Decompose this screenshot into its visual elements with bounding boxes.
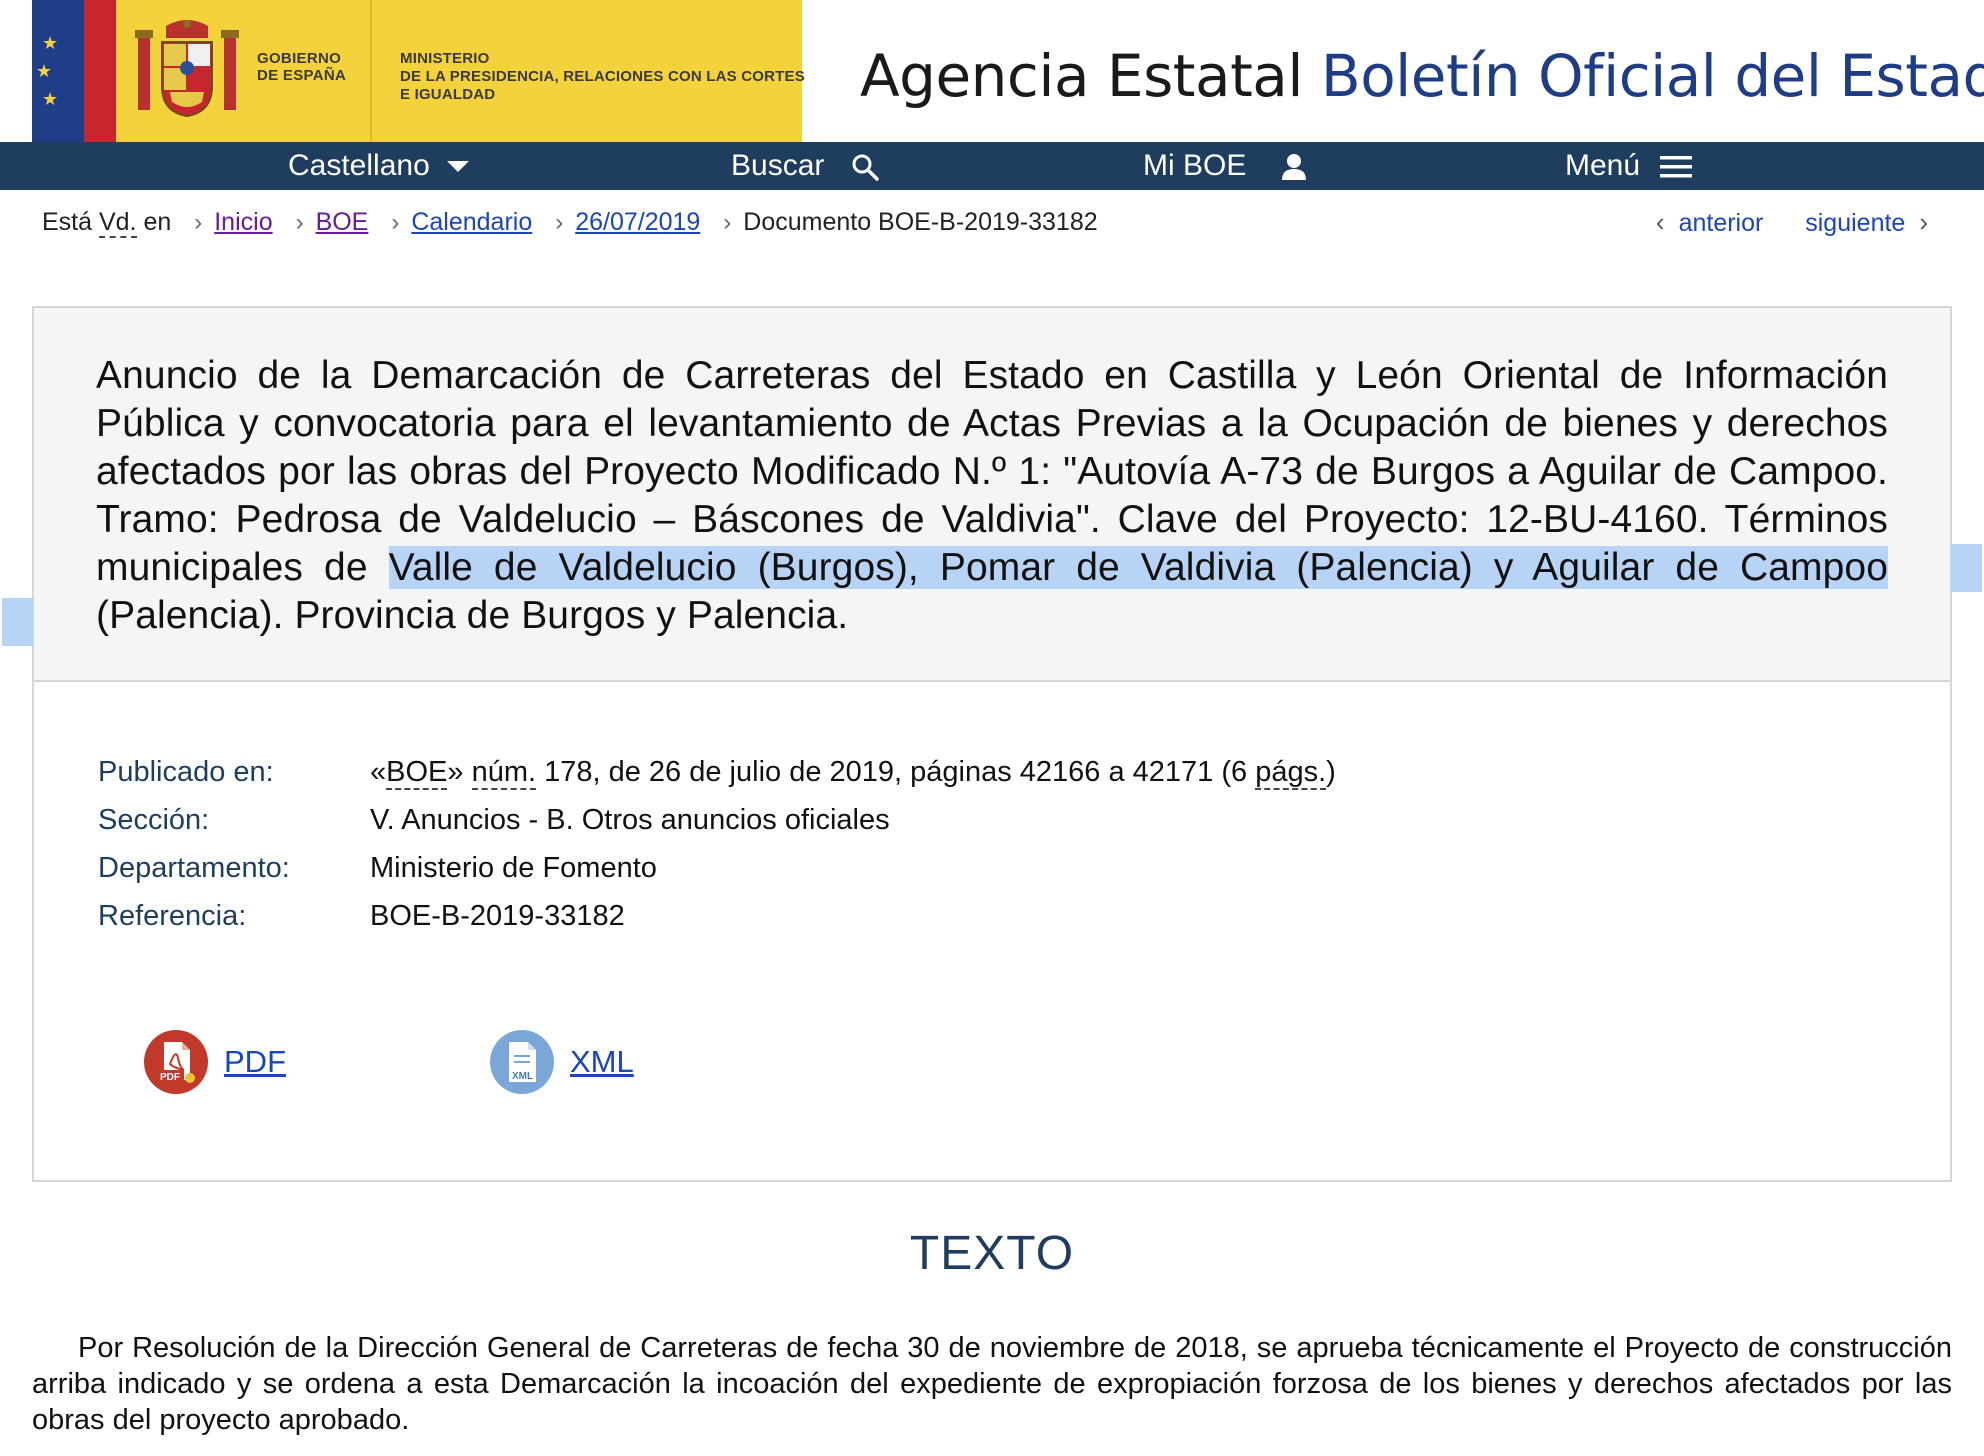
- star-icon: ★: [36, 61, 53, 81]
- search-button[interactable]: Buscar: [731, 142, 879, 190]
- body-paragraph: Por Resolución de la Dirección General d…: [32, 1332, 1952, 1436]
- meta-label: Departamento:: [98, 852, 290, 884]
- meta-value: «BOE» núm. 178, de 26 de julio de 2019, …: [370, 756, 1336, 790]
- meta-row-department: Departamento: Ministerio de Fomento: [98, 844, 1336, 892]
- eu-flag-strip: ★ ★ ★: [32, 0, 84, 142]
- previous-link[interactable]: anterior: [1679, 209, 1764, 237]
- svg-text:PDF: PDF: [160, 1072, 180, 1083]
- abbr-num[interactable]: núm.: [471, 756, 537, 790]
- document-summary-box: Anuncio de la Demarcación de Carreteras …: [2, 306, 1982, 1182]
- spain-flag-strip: [84, 0, 116, 142]
- star-icon: ★: [42, 33, 59, 53]
- xml-file-icon: XML: [490, 1029, 554, 1094]
- agency-title-part1: Agencia Estatal: [860, 42, 1321, 110]
- my-boe-button[interactable]: Mi BOE: [1143, 142, 1307, 190]
- breadcrumb-current: Documento BOE-B-2019-33182: [743, 208, 1098, 236]
- site-header: ★ ★ ★ GOBIERNO DE ESPAÑA MINISTERIO DE L…: [0, 0, 1984, 142]
- next-link[interactable]: siguiente: [1805, 209, 1905, 237]
- xml-download[interactable]: XML XML: [490, 1028, 634, 1094]
- search-icon: [852, 154, 879, 181]
- meta-value: V. Anuncios - B. Otros anuncios oficiale…: [370, 804, 890, 836]
- document-title: Anuncio de la Demarcación de Carreteras …: [96, 354, 1888, 637]
- agency-title-part2: Boletín Oficial del Estado: [1320, 42, 1984, 110]
- language-selector[interactable]: Castellano: [288, 142, 470, 190]
- user-icon: [1281, 154, 1306, 181]
- breadcrumb-link-calendario[interactable]: Calendario: [411, 208, 532, 236]
- meta-label: Referencia:: [98, 900, 247, 932]
- chevron-right-icon: ›: [194, 209, 203, 236]
- meta-label: Publicado en:: [98, 756, 274, 788]
- government-label: GOBIERNO DE ESPAÑA: [257, 50, 347, 84]
- meta-row-published: Publicado en: «BOE» núm. 178, de 26 de ju…: [98, 748, 1336, 796]
- coat-of-arms-icon: [135, 20, 239, 118]
- main-navbar: Castellano Buscar Mi BOE Menú: [0, 142, 1984, 190]
- agency-title[interactable]: Agencia Estatal Boletín Oficial del Esta…: [860, 42, 1984, 110]
- my-boe-label: Mi BOE: [1143, 149, 1247, 182]
- chevron-right-icon: ›: [295, 209, 304, 236]
- chevron-right-icon: ›: [555, 209, 564, 236]
- chevron-right-icon: ›: [1919, 207, 1928, 237]
- language-label: Castellano: [288, 149, 430, 182]
- chevron-down-icon: [447, 161, 470, 173]
- chevron-right-icon: ›: [391, 209, 400, 236]
- abbr-boe[interactable]: BOE: [386, 756, 448, 790]
- breadcrumb: Está Vd. en › Inicio › BOE › Calendario › 26…: [42, 204, 1098, 240]
- document-metadata: Publicado en: «BOE» núm. 178, de 26 de ju…: [98, 748, 1336, 940]
- ministry-label: MINISTERIO DE LA PRESIDENCIA, RELACIONES…: [400, 50, 805, 103]
- banner-divider: [370, 0, 372, 142]
- meta-label: Sección:: [98, 804, 210, 836]
- text-heading: TEXTO: [909, 1227, 1075, 1280]
- abbr-pags[interactable]: págs.: [1255, 756, 1327, 790]
- meta-row-reference: Referencia: BOE-B-2019-33182: [98, 892, 1336, 940]
- search-label: Buscar: [731, 149, 825, 182]
- meta-value: BOE-B-2019-33182: [370, 900, 625, 932]
- meta-value: Ministerio de Fomento: [370, 852, 657, 884]
- menu-button[interactable]: Menú: [1565, 142, 1693, 190]
- breadcrumb-link-date[interactable]: 26/07/2019: [575, 208, 700, 236]
- title-panel: Anuncio de la Demarcación de Carreteras …: [2, 308, 1982, 682]
- meta-row-section: Sección: V. Anuncios - B. Otros anuncios …: [98, 796, 1336, 844]
- star-icon: ★: [42, 89, 59, 109]
- breadcrumb-prefix: Está: [42, 208, 99, 236]
- selection-highlight-edge: [1950, 544, 1982, 592]
- government-banner[interactable]: ★ ★ ★ GOBIERNO DE ESPAÑA MINISTERIO DE L…: [32, 0, 805, 142]
- pdf-download[interactable]: PDF PDF: [144, 1028, 286, 1094]
- selection-highlight-edge: [2, 598, 34, 646]
- hamburger-icon: [1660, 156, 1693, 178]
- xml-link[interactable]: XML: [570, 1044, 634, 1079]
- breadcrumb-link-boe[interactable]: BOE: [316, 208, 369, 236]
- abbr-vd[interactable]: Vd.: [98, 208, 137, 238]
- chevron-left-icon: ‹: [1655, 207, 1665, 237]
- breadcrumb-link-inicio[interactable]: Inicio: [214, 208, 272, 236]
- pdf-file-icon: PDF: [144, 1029, 208, 1094]
- document-pager: ‹ anterior siguiente ›: [1642, 204, 1942, 240]
- svg-text:XML: XML: [512, 1071, 533, 1082]
- pdf-link[interactable]: PDF: [224, 1044, 286, 1079]
- menu-label: Menú: [1565, 149, 1641, 182]
- chevron-right-icon: ›: [723, 209, 732, 236]
- selected-text[interactable]: Valle de Valdelucio (Burgos), Pomar de V…: [388, 546, 1888, 589]
- breadcrumb-prefix-end: en: [136, 208, 172, 236]
